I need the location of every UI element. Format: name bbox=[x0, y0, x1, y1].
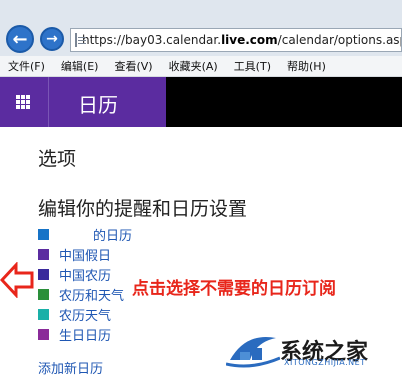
app-launcher-icon[interactable] bbox=[16, 95, 30, 109]
calendar-color-swatch bbox=[38, 328, 49, 340]
calendar-color-swatch bbox=[38, 228, 49, 240]
forward-arrow-icon: → bbox=[46, 31, 58, 47]
menu-tools[interactable]: 工具(T) bbox=[234, 58, 271, 74]
calendar-color-swatch bbox=[38, 288, 49, 300]
watermark-logo-icon bbox=[226, 336, 280, 368]
watermark-subtitle: XITONGZHIJIA.NET bbox=[284, 358, 366, 367]
annotation-arrow-icon bbox=[0, 262, 34, 298]
address-bar[interactable]: https://bay03.calendar. live.com/calendar… bbox=[70, 28, 402, 52]
menu-help[interactable]: 帮助(H) bbox=[287, 58, 326, 74]
app-header-brand: 日历 bbox=[0, 77, 166, 127]
calendar-item-label[interactable]: 的日历 bbox=[93, 225, 132, 244]
annotation-text: 点击选择不需要的日历订阅 bbox=[132, 279, 336, 299]
calendar-item-birthdays[interactable]: 生日日历 bbox=[38, 324, 132, 344]
watermark: 系统之家 XITONGZHIJIA.NET bbox=[226, 330, 368, 370]
calendar-color-swatch bbox=[38, 268, 49, 280]
back-arrow-icon: ← bbox=[12, 28, 28, 50]
app-header: 日历 bbox=[0, 77, 402, 127]
menu-favorites[interactable]: 收藏夹(A) bbox=[169, 58, 218, 74]
calendar-item-china-holidays[interactable]: 中国假日 bbox=[38, 244, 132, 264]
calendar-item-label[interactable]: 农历天气 bbox=[59, 305, 111, 324]
add-calendar-link[interactable]: 添加新日历 bbox=[38, 358, 103, 377]
calendar-item-lunar-weather[interactable]: 农历和天气 bbox=[38, 284, 132, 304]
menu-file[interactable]: 文件(F) bbox=[8, 58, 45, 74]
calendar-item-my[interactable]: 的日历 bbox=[38, 224, 132, 244]
calendar-item-label[interactable]: 中国农历 bbox=[59, 265, 111, 284]
header-divider bbox=[48, 77, 49, 127]
url-domain: live.com bbox=[221, 33, 278, 47]
page-icon bbox=[75, 33, 86, 47]
url-suffix: /calendar/options.aspx bbox=[277, 33, 402, 47]
calendar-list: 的日历 中国假日 中国农历 农历和天气 农历天气 生日日历 bbox=[38, 224, 132, 344]
app-title[interactable]: 日历 bbox=[78, 89, 118, 118]
calendar-item-lunar-forecast[interactable]: 农历天气 bbox=[38, 304, 132, 324]
url-prefix: https://bay03.calendar. bbox=[82, 33, 222, 47]
calendar-item-label[interactable]: 生日日历 bbox=[59, 325, 111, 344]
menu-view[interactable]: 查看(V) bbox=[114, 58, 152, 74]
page-subtitle: 编辑你的提醒和日历设置 bbox=[38, 198, 248, 220]
calendar-item-label[interactable]: 农历和天气 bbox=[59, 285, 124, 304]
back-button[interactable]: ← bbox=[6, 25, 34, 53]
calendar-color-swatch bbox=[38, 308, 49, 320]
browser-toolbar: ← → https://bay03.calendar. live.com/cale… bbox=[0, 0, 402, 57]
calendar-item-chinese-lunar[interactable]: 中国农历 bbox=[38, 264, 132, 284]
page-title: 选项 bbox=[38, 148, 77, 170]
menu-bar: 文件(F) 编辑(E) 查看(V) 收藏夹(A) 工具(T) 帮助(H) bbox=[0, 56, 402, 77]
menu-edit[interactable]: 编辑(E) bbox=[61, 58, 99, 74]
calendar-color-swatch bbox=[38, 248, 49, 260]
forward-button[interactable]: → bbox=[40, 27, 64, 51]
calendar-item-label[interactable]: 中国假日 bbox=[59, 245, 111, 264]
